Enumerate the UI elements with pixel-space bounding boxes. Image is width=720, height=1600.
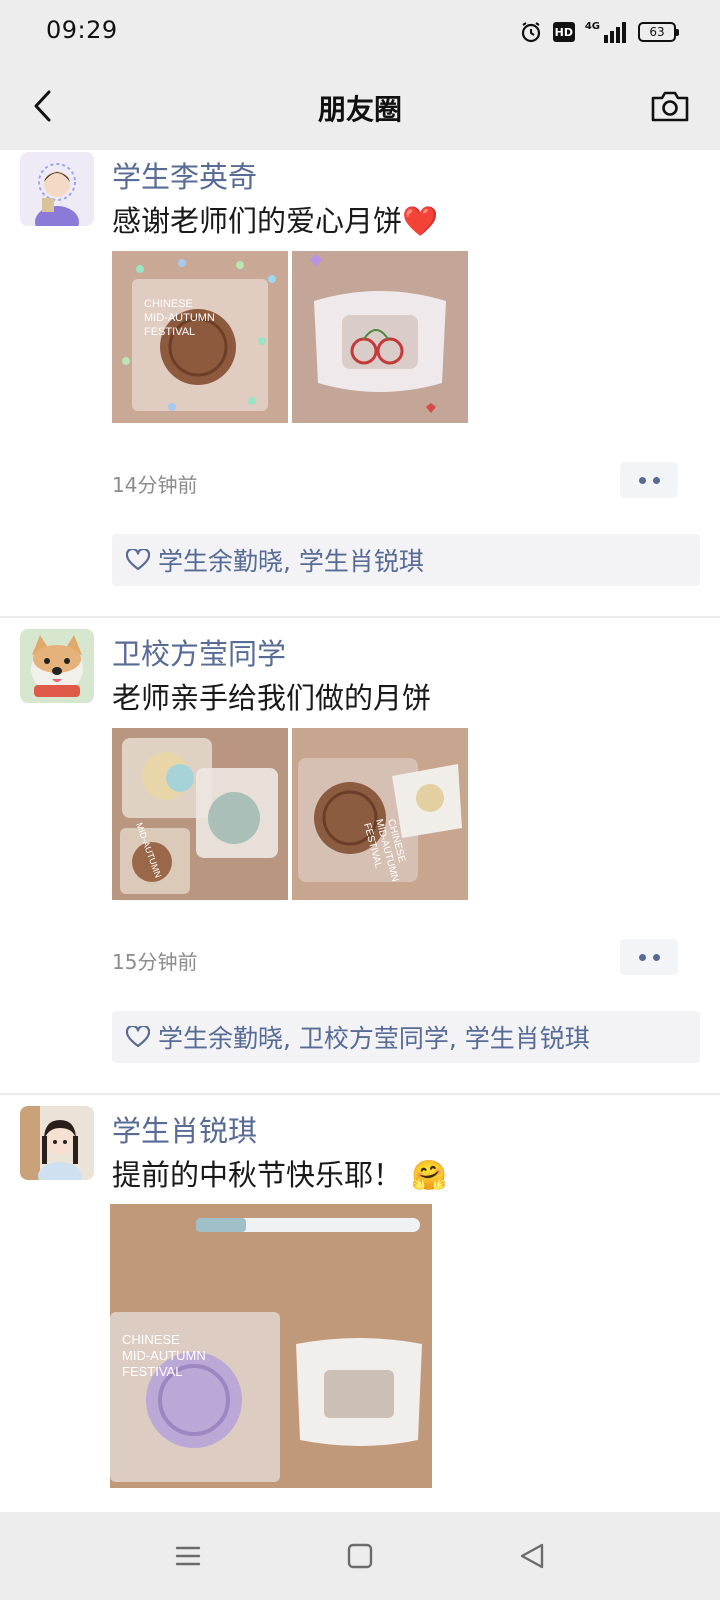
mooncake-photo: MID-AUTUMN: [112, 728, 288, 900]
more-dots-icon: [638, 953, 646, 961]
post-timestamp: 15分钟前: [112, 950, 198, 974]
status-bar: 09:29 HD 4G 63: [0, 0, 720, 62]
post-text: 老师亲手给我们做的月饼: [112, 681, 432, 715]
post-emoji: ❤️: [402, 204, 439, 238]
heart-icon: [126, 549, 150, 571]
post-text-content: 提前的中秋节快乐耶！: [112, 1158, 403, 1192]
home-button[interactable]: [338, 1534, 382, 1578]
signal-icon: [604, 22, 626, 43]
post-author[interactable]: 学生李英奇: [112, 154, 257, 196]
post-text: 提前的中秋节快乐耶！ 🤗: [112, 1152, 447, 1194]
menu-icon: [175, 1546, 201, 1566]
avatar[interactable]: [20, 629, 94, 703]
photo-text: FESTIVAL: [122, 1364, 182, 1379]
mooncake-photo: CHINESE MID-AUTUMN FESTIVAL: [292, 728, 468, 900]
photo-text: CHINESE: [144, 298, 193, 310]
menu-button[interactable]: [166, 1534, 210, 1578]
photo-text: FESTIVAL: [144, 326, 195, 338]
likes-box: 学生余勤晓, 卫校方莹同学, 学生肖锐琪: [112, 1011, 700, 1063]
post-photo[interactable]: CHINESE MID-AUTUMN FESTIVAL: [292, 728, 468, 900]
system-nav-bar: [0, 1512, 720, 1600]
post-photo[interactable]: MID-AUTUMN: [112, 728, 288, 900]
avatar-image: [20, 1106, 94, 1180]
post-photo[interactable]: [292, 251, 468, 423]
back-triangle-icon: [520, 1543, 544, 1569]
post-text-content: 感谢老师们的爱心月饼: [112, 204, 403, 238]
mooncake-photo: CHINESE MID-AUTUMN FESTIVAL: [110, 1204, 432, 1488]
likes-names[interactable]: 学生余勤晓, 卫校方莹同学, 学生肖锐琪: [158, 1019, 590, 1055]
mooncake-photo: [292, 251, 468, 423]
heart-icon: [126, 1026, 150, 1048]
avatar[interactable]: [20, 152, 94, 226]
page-title: 朋友圈: [317, 93, 402, 126]
status-icons: HD 4G 63: [519, 18, 679, 46]
likes-names[interactable]: 学生余勤晓, 学生肖锐琪: [158, 542, 424, 578]
system-back-button[interactable]: [510, 1534, 554, 1578]
avatar-image: [20, 629, 94, 703]
nav-bar: 朋友圈: [0, 62, 720, 150]
photo-text: CHINESE: [122, 1332, 180, 1347]
more-dots-icon: [638, 476, 646, 484]
post-emoji: 🤗: [411, 1158, 448, 1192]
battery-indicator: 63: [638, 22, 679, 42]
alarm-icon: [521, 22, 540, 43]
post-divider: [0, 616, 720, 618]
more-button[interactable]: [620, 939, 678, 975]
post-photo[interactable]: CHINESE MID-AUTUMN FESTIVAL: [112, 251, 288, 423]
post-timestamp: 14分钟前: [112, 473, 198, 497]
post-text: 感谢老师们的爱心月饼❤️: [112, 198, 438, 240]
post-author[interactable]: 卫校方莹同学: [112, 631, 286, 673]
post-divider: [0, 1093, 720, 1095]
camera-icon: [651, 91, 689, 122]
mooncake-photo: CHINESE MID-AUTUMN FESTIVAL: [112, 251, 288, 423]
home-icon: [347, 1543, 373, 1569]
more-dots-icon: [652, 953, 660, 961]
post-photo[interactable]: CHINESE MID-AUTUMN FESTIVAL: [110, 1204, 432, 1488]
status-time: 09:29: [46, 16, 118, 44]
avatar-image: [20, 152, 94, 226]
hd-badge: HD: [552, 22, 575, 42]
avatar[interactable]: [20, 1106, 94, 1180]
more-button[interactable]: [620, 462, 678, 498]
post-author[interactable]: 学生肖锐琪: [112, 1108, 257, 1150]
photo-text: MID-AUTUMN: [144, 312, 215, 324]
likes-box: 学生余勤晓, 学生肖锐琪: [112, 534, 700, 586]
more-dots-icon: [652, 476, 660, 484]
photo-text: MID-AUTUMN: [122, 1348, 206, 1363]
network-type: 4G: [584, 20, 600, 32]
battery-level: 63: [649, 25, 665, 39]
camera-button[interactable]: [646, 84, 694, 128]
